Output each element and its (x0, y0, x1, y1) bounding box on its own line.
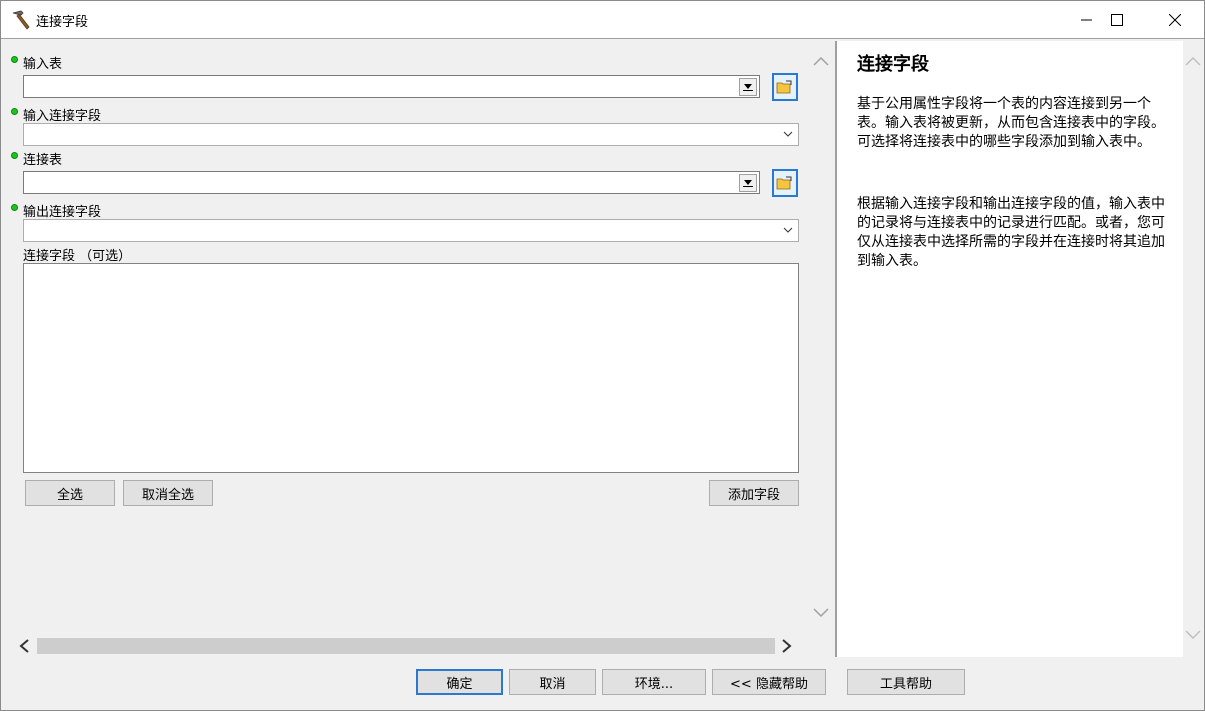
hammer-icon (10, 10, 32, 30)
cancel-button[interactable]: 取消 (509, 669, 596, 695)
help-title: 连接字段 (857, 54, 929, 75)
input-join-field-select[interactable] (23, 123, 799, 146)
required-indicator (11, 152, 18, 159)
scroll-up-icon[interactable] (813, 55, 829, 67)
input-table-combo[interactable] (23, 75, 760, 98)
join-fields-list[interactable] (23, 263, 799, 473)
required-indicator (11, 204, 18, 211)
input-table-label: 输入表 (23, 57, 63, 72)
close-icon (1169, 14, 1181, 26)
output-join-field-label: 输出连接字段 (23, 205, 102, 220)
horizontal-scroll-thumb[interactable] (37, 638, 775, 654)
minimize-icon (1081, 19, 1092, 21)
output-join-field-select[interactable] (23, 219, 799, 242)
parameters-vertical-scrollbar[interactable] (811, 41, 831, 635)
window-title: 连接字段 (36, 15, 89, 30)
open-folder-icon (776, 80, 792, 94)
dropdown-arrow-icon[interactable] (739, 78, 757, 96)
chevron-down-icon (783, 131, 793, 137)
select-all-button[interactable]: 全选 (25, 480, 115, 506)
dialog-footer: 确定 取消 环境... << 隐藏帮助 工具帮助 (1, 657, 1204, 710)
join-table-label: 连接表 (23, 153, 63, 168)
maximize-button[interactable] (1094, 1, 1140, 39)
help-pane: 连接字段 基于公用属性字段将一个表的内容连接到另一个表。输入表将被更新，从而包含… (837, 41, 1183, 657)
open-folder-icon (776, 176, 792, 190)
required-indicator (11, 56, 18, 63)
dropdown-arrow-icon[interactable] (739, 174, 757, 192)
tool-help-button[interactable]: 工具帮助 (847, 669, 965, 695)
join-table-combo[interactable] (23, 171, 760, 194)
ok-button[interactable]: 确定 (416, 669, 503, 695)
scroll-down-icon[interactable] (813, 607, 829, 619)
close-button[interactable] (1152, 1, 1198, 39)
scroll-left-icon[interactable] (17, 638, 31, 654)
parameters-horizontal-scrollbar[interactable] (13, 635, 798, 657)
join-field-dialog: 连接字段 输入表 输入连接字段 连接表 输出连接字段 连接字段 （可选） 全选 … (0, 0, 1205, 711)
browse-join-table-button[interactable] (772, 169, 798, 197)
add-field-button[interactable]: 添加字段 (709, 480, 799, 506)
environments-button[interactable]: 环境... (602, 669, 706, 695)
scroll-up-icon[interactable] (1185, 55, 1201, 67)
scroll-down-icon[interactable] (1185, 629, 1201, 641)
help-paragraph-1: 基于公用属性字段将一个表的内容连接到另一个表。输入表将被更新，从而包含连接表中的… (857, 96, 1165, 150)
help-paragraph-2: 根据输入连接字段和输出连接字段的值，输入表中的记录将与连接表中的记录进行匹配。或… (857, 196, 1165, 269)
help-vertical-scrollbar[interactable] (1183, 41, 1204, 657)
maximize-icon (1111, 14, 1123, 26)
title-bar: 连接字段 (1, 1, 1204, 39)
scroll-right-icon[interactable] (780, 638, 794, 654)
chevron-down-icon (783, 227, 793, 233)
required-indicator (11, 108, 18, 115)
hide-help-button[interactable]: << 隐藏帮助 (712, 669, 826, 695)
deselect-all-button[interactable]: 取消全选 (123, 480, 213, 506)
input-join-field-label: 输入连接字段 (23, 109, 102, 124)
parameters-pane: 输入表 输入连接字段 连接表 输出连接字段 连接字段 （可选） 全选 取消全选 … (3, 41, 809, 635)
browse-input-table-button[interactable] (772, 73, 798, 101)
join-fields-label: 连接字段 （可选） (23, 249, 132, 264)
